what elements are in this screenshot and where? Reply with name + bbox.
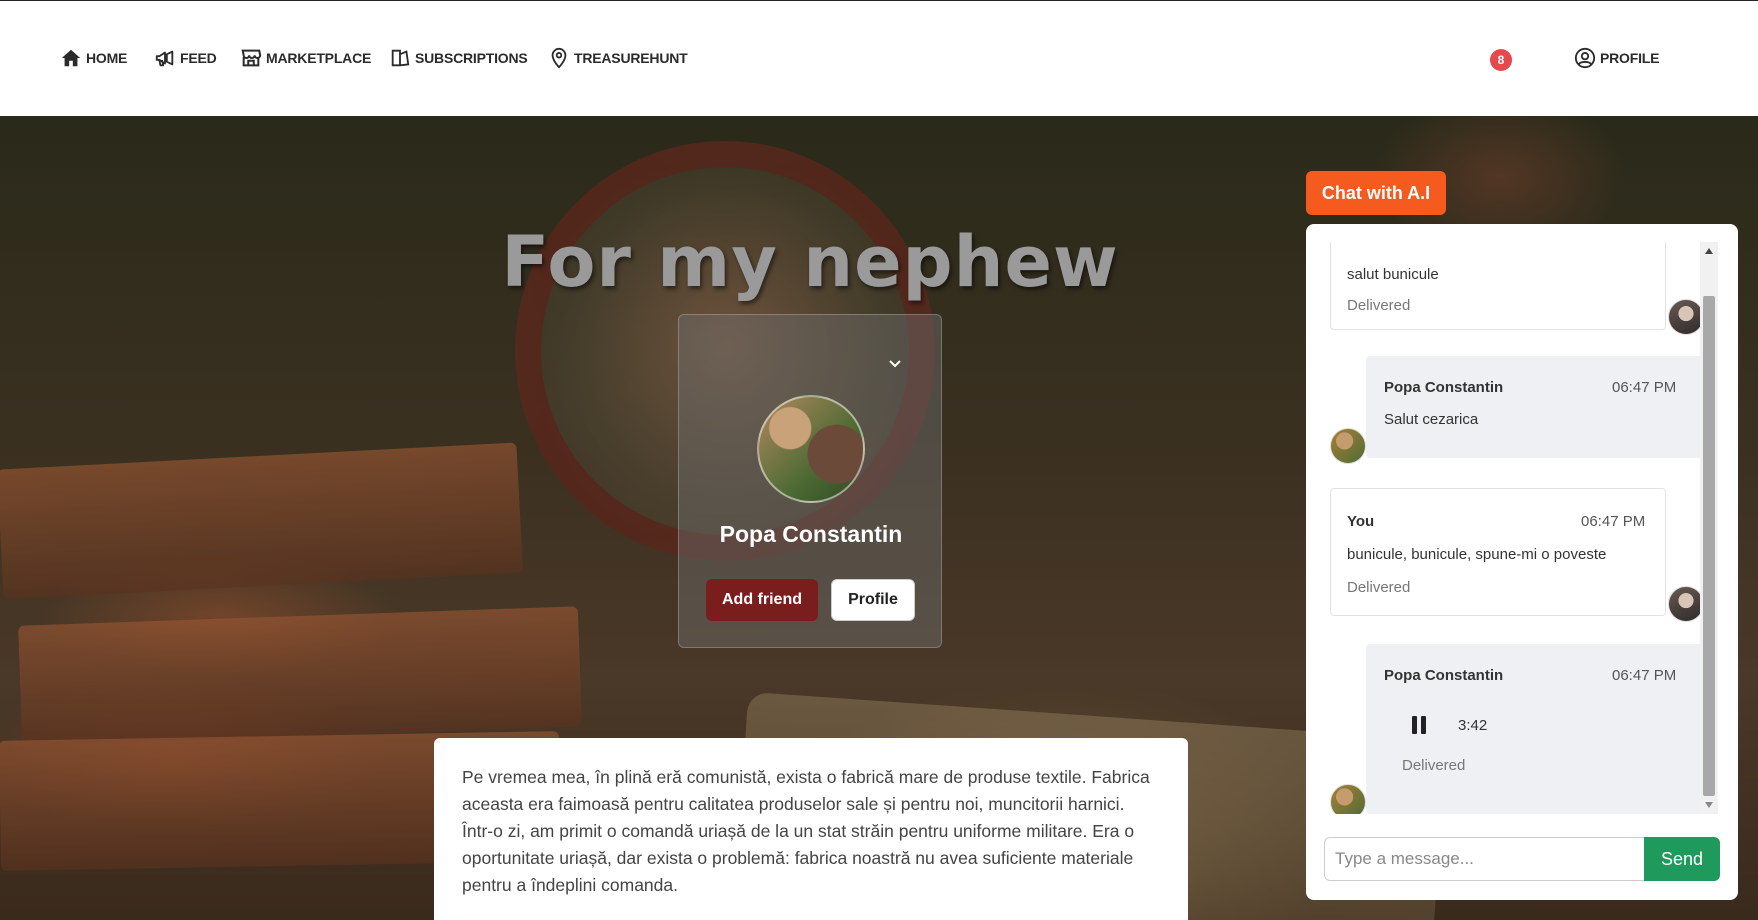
nav-marketplace-label: MARKETPLACE (266, 50, 372, 66)
home-icon (61, 49, 81, 67)
nav-treasurehunt-label: TREASUREHUNT (574, 50, 688, 66)
top-navbar: HOME FEED MARKETPLACE SUBSCRIPTIONS TREA… (0, 0, 1758, 116)
chat-message-other-audio: Popa Constantin 06:47 PM 3:42 Delivered (1366, 644, 1706, 814)
message-time: 06:47 PM (1612, 379, 1677, 396)
message-status: Delivered (1347, 579, 1411, 596)
chat-message-other: Popa Constantin 06:47 PM Salut cezarica (1366, 356, 1706, 458)
profile-card: Popa Constantin Add friend Profile (678, 314, 942, 648)
audio-duration: 3:42 (1458, 717, 1488, 734)
message-status: Delivered (1347, 297, 1411, 314)
background-book (0, 442, 524, 600)
chat-scrollbar[interactable] (1700, 242, 1718, 814)
nav-marketplace[interactable]: MARKETPLACE (240, 47, 371, 69)
shop-icon (241, 49, 262, 67)
map-pin-icon (551, 47, 567, 69)
nav-subscriptions-label: SUBSCRIPTIONS (415, 50, 528, 66)
message-text: Salut cezarica (1384, 411, 1479, 428)
message-sender: Popa Constantin (1384, 667, 1504, 684)
chat-message-mine: You 06:47 PM bunicule, bunicule, spune-m… (1330, 488, 1666, 616)
message-text: salut bunicule (1347, 266, 1439, 283)
scroll-up-icon[interactable] (1705, 248, 1713, 254)
background-book (18, 606, 582, 746)
profile-name: Popa Constantin (719, 521, 903, 547)
message-sender: You (1347, 513, 1375, 530)
profile-button[interactable]: Profile (831, 579, 915, 621)
user-circle-icon (1574, 47, 1596, 69)
nav-profile-label: PROFILE (1600, 50, 1660, 66)
message-text: bunicule, bunicule, spune-mi o poveste (1347, 546, 1607, 563)
message-sender: Popa Constantin (1384, 379, 1504, 396)
nav-home[interactable]: HOME (60, 47, 127, 69)
notification-badge[interactable]: 8 (1490, 49, 1512, 71)
send-button[interactable]: Send (1644, 837, 1720, 881)
nav-treasurehunt[interactable]: TREASUREHUNT (548, 47, 688, 69)
pause-icon[interactable] (1412, 716, 1426, 734)
nav-profile[interactable]: PROFILE (1574, 47, 1659, 69)
story-text: Pe vremea mea, în plină eră comunistă, e… (434, 738, 1188, 920)
message-status: Delivered (1402, 757, 1466, 774)
nav-feed[interactable]: FEED (154, 47, 217, 69)
chat-panel: salut bunicule Delivered Popa Constantin… (1306, 224, 1738, 900)
nav-home-label: HOME (86, 50, 128, 66)
user-avatar (1668, 299, 1704, 335)
contact-avatar (1330, 428, 1366, 464)
chevron-down-icon[interactable] (887, 355, 903, 371)
subscriptions-icon (391, 49, 410, 67)
chat-message-mine: salut bunicule Delivered (1330, 242, 1666, 330)
message-time: 06:47 PM (1581, 513, 1646, 530)
scrollbar-thumb[interactable] (1703, 296, 1715, 796)
chat-messages[interactable]: salut bunicule Delivered Popa Constantin… (1318, 242, 1714, 814)
nav-subscriptions[interactable]: SUBSCRIPTIONS (389, 47, 528, 69)
megaphone-icon (155, 50, 174, 67)
message-input[interactable] (1324, 837, 1646, 881)
nav-feed-label: FEED (180, 50, 217, 66)
chat-with-ai-button[interactable]: Chat with A.I (1306, 171, 1446, 215)
scroll-down-icon[interactable] (1705, 802, 1713, 808)
profile-avatar (757, 395, 865, 503)
user-avatar (1668, 586, 1704, 622)
message-time: 06:47 PM (1612, 667, 1677, 684)
contact-avatar (1330, 784, 1366, 814)
add-friend-button[interactable]: Add friend (706, 579, 818, 621)
